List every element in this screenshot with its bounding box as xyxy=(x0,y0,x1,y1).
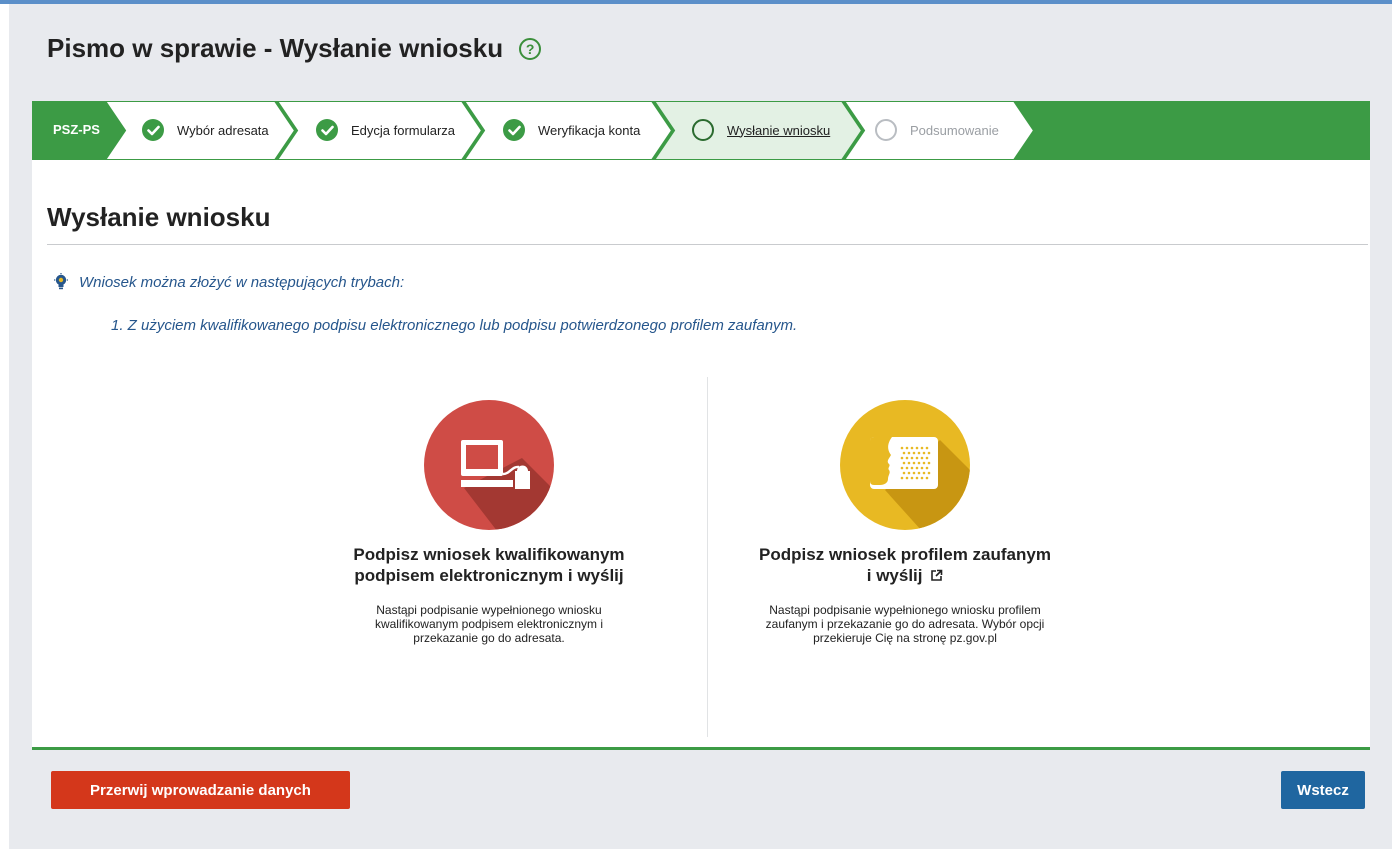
option-title-line2: i wyślij xyxy=(866,566,923,585)
back-button[interactable]: Wstecz xyxy=(1281,771,1365,809)
check-icon xyxy=(316,119,338,141)
stepper-code: PSZ-PS xyxy=(53,122,100,137)
mode-item: 1. Z użyciem kwalifikowanego podpisu ele… xyxy=(111,317,798,334)
info-hint: Wniosek można złożyć w następujących try… xyxy=(53,273,404,291)
option-title-line2: podpisem elektronicznym i wyślij xyxy=(354,566,624,585)
option-title-line1: Podpisz wniosek kwalifikowanym xyxy=(353,545,625,564)
bottom-accent-line xyxy=(32,747,1370,750)
trusted-profile-icon xyxy=(840,400,970,530)
option-trusted-profile[interactable]: Podpisz wniosek profilem zaufanym i wyśl… xyxy=(725,400,1085,645)
option-description: Nastąpi podpisanie wypełnionego wniosku … xyxy=(374,603,604,645)
option-description: Nastąpi podpisanie wypełnionego wniosku … xyxy=(765,603,1045,645)
circle-icon xyxy=(875,119,897,141)
step-label: Edycja formularza xyxy=(351,122,456,138)
check-icon xyxy=(503,119,525,141)
option-title-line1: Podpisz wniosek profilem zaufanym xyxy=(759,545,1051,564)
page-title-text: Pismo w sprawie - Wysłanie wniosku xyxy=(47,33,504,63)
step-label: Wysłanie wniosku xyxy=(727,122,831,138)
progress-stepper: PSZ-PS Wybór adresata Edycja formularza … xyxy=(32,101,1370,160)
step-wybor-adresata[interactable]: Wybór adresata xyxy=(142,118,269,142)
step-edycja-formularza[interactable]: Edycja formularza xyxy=(316,118,455,142)
hint-text: Wniosek można złożyć w następujących try… xyxy=(79,273,405,291)
section-title: Wysłanie wniosku xyxy=(47,202,271,232)
step-weryfikacja-konta[interactable]: Weryfikacja konta xyxy=(503,118,640,142)
computer-signature-icon xyxy=(424,400,554,530)
step-label: Weryfikacja konta xyxy=(538,122,641,138)
circle-icon xyxy=(692,119,714,141)
options-separator xyxy=(707,377,708,737)
divider xyxy=(47,244,1368,245)
lightbulb-icon xyxy=(54,273,68,290)
option-qualified-signature[interactable]: Podpisz wniosek kwalifikowanym podpisem … xyxy=(309,400,669,645)
step-label: Podsumowanie xyxy=(910,122,999,138)
page-title: Pismo w sprawie - Wysłanie wniosku ? xyxy=(47,33,542,64)
help-icon[interactable]: ? xyxy=(519,37,542,60)
step-podsumowanie: Podsumowanie xyxy=(875,118,999,142)
step-label: Wybór adresata xyxy=(177,122,269,138)
option-title: Podpisz wniosek kwalifikowanym podpisem … xyxy=(309,544,669,586)
option-title: Podpisz wniosek profilem zaufanym i wyśl… xyxy=(725,544,1085,586)
step-wyslanie-wniosku[interactable]: Wysłanie wniosku xyxy=(692,118,830,142)
main-content: Wysłanie wniosku Wniosek można złożyć w … xyxy=(32,160,1370,748)
cancel-button[interactable]: Przerwij wprowadzanie danych xyxy=(51,771,350,809)
external-link-icon xyxy=(931,569,943,581)
check-icon xyxy=(142,119,164,141)
